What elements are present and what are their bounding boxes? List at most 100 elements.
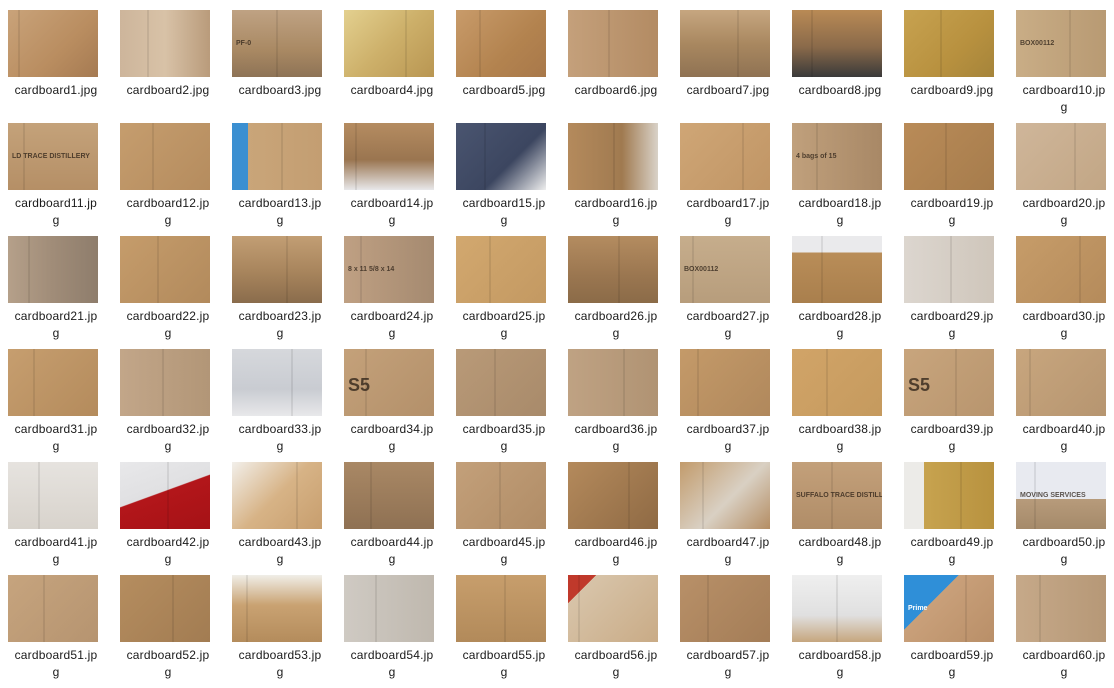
file-name-label[interactable]: cardboard17.jp g — [672, 195, 784, 229]
image-thumbnail[interactable] — [8, 236, 98, 303]
file-name-label[interactable]: cardboard24.jp g — [336, 308, 448, 342]
file-name-label[interactable]: cardboard56.jp g — [560, 647, 672, 681]
file-item[interactable]: cardboard35.jp g — [448, 349, 560, 462]
image-thumbnail[interactable] — [232, 575, 322, 642]
file-item[interactable]: cardboard60.jp g — [1008, 575, 1114, 688]
image-thumbnail[interactable] — [568, 236, 658, 303]
file-name-label[interactable]: cardboard48.jp g — [784, 534, 896, 568]
file-name-label[interactable]: cardboard53.jp g — [224, 647, 336, 681]
file-name-label[interactable]: cardboard52.jp g — [112, 647, 224, 681]
file-name-label[interactable]: cardboard55.jp g — [448, 647, 560, 681]
file-name-label[interactable]: cardboard3.jpg — [224, 82, 336, 99]
file-name-label[interactable]: cardboard49.jp g — [896, 534, 1008, 568]
file-item[interactable]: cardboard17.jp g — [672, 123, 784, 236]
file-item[interactable]: cardboard7.jpg — [672, 10, 784, 123]
file-name-label[interactable]: cardboard32.jp g — [112, 421, 224, 455]
image-thumbnail[interactable]: Prime — [904, 575, 994, 642]
file-item[interactable]: cardboard14.jp g — [336, 123, 448, 236]
file-name-label[interactable]: cardboard8.jpg — [784, 82, 896, 99]
file-item[interactable]: S5 cardboard39.jp g — [896, 349, 1008, 462]
file-item[interactable]: cardboard29.jp g — [896, 236, 1008, 349]
file-name-label[interactable]: cardboard29.jp g — [896, 308, 1008, 342]
image-thumbnail[interactable] — [792, 10, 882, 77]
file-name-label[interactable]: cardboard50.jp g — [1008, 534, 1114, 568]
file-item[interactable]: cardboard19.jp g — [896, 123, 1008, 236]
file-item[interactable]: Prime cardboard59.jp g — [896, 575, 1008, 688]
file-item[interactable]: cardboard12.jp g — [112, 123, 224, 236]
file-item[interactable]: PF-0 cardboard3.jpg — [224, 10, 336, 123]
image-thumbnail[interactable] — [680, 575, 770, 642]
file-item[interactable]: cardboard4.jpg — [336, 10, 448, 123]
file-name-label[interactable]: cardboard39.jp g — [896, 421, 1008, 455]
file-item[interactable]: cardboard8.jpg — [784, 10, 896, 123]
image-thumbnail[interactable] — [568, 575, 658, 642]
image-thumbnail[interactable] — [120, 462, 210, 529]
file-item[interactable]: MOVING SERVICES cardboard50.jp g — [1008, 462, 1114, 575]
file-name-label[interactable]: cardboard14.jp g — [336, 195, 448, 229]
file-item[interactable]: cardboard51.jp g — [0, 575, 112, 688]
image-thumbnail[interactable]: 8 x 11 5/8 x 14 — [344, 236, 434, 303]
file-item[interactable]: cardboard1.jpg — [0, 10, 112, 123]
file-item[interactable]: cardboard31.jp g — [0, 349, 112, 462]
file-name-label[interactable]: cardboard30.jp g — [1008, 308, 1114, 342]
file-name-label[interactable]: cardboard5.jpg — [448, 82, 560, 99]
file-name-label[interactable]: cardboard59.jp g — [896, 647, 1008, 681]
file-item[interactable]: cardboard45.jp g — [448, 462, 560, 575]
image-thumbnail[interactable]: PF-0 — [232, 10, 322, 77]
file-item[interactable]: cardboard55.jp g — [448, 575, 560, 688]
file-item[interactable]: 4 bags of 15 cardboard18.jp g — [784, 123, 896, 236]
image-thumbnail[interactable]: S5 — [904, 349, 994, 416]
image-thumbnail[interactable] — [1016, 236, 1106, 303]
file-name-label[interactable]: cardboard44.jp g — [336, 534, 448, 568]
file-name-label[interactable]: cardboard2.jpg — [112, 82, 224, 99]
file-name-label[interactable]: cardboard18.jp g — [784, 195, 896, 229]
file-name-label[interactable]: cardboard9.jpg — [896, 82, 1008, 99]
image-thumbnail[interactable] — [1016, 349, 1106, 416]
file-item[interactable]: cardboard30.jp g — [1008, 236, 1114, 349]
file-name-label[interactable]: cardboard25.jp g — [448, 308, 560, 342]
file-item[interactable]: cardboard43.jp g — [224, 462, 336, 575]
file-name-label[interactable]: cardboard7.jpg — [672, 82, 784, 99]
file-item[interactable]: cardboard5.jpg — [448, 10, 560, 123]
file-item[interactable]: cardboard46.jp g — [560, 462, 672, 575]
image-thumbnail[interactable] — [568, 349, 658, 416]
file-item[interactable]: cardboard42.jp g — [112, 462, 224, 575]
file-item[interactable]: cardboard47.jp g — [672, 462, 784, 575]
file-name-label[interactable]: cardboard11.jp g — [0, 195, 112, 229]
file-item[interactable]: cardboard33.jp g — [224, 349, 336, 462]
file-item[interactable]: cardboard37.jp g — [672, 349, 784, 462]
image-thumbnail[interactable] — [456, 10, 546, 77]
file-name-label[interactable]: cardboard12.jp g — [112, 195, 224, 229]
file-item[interactable]: cardboard38.jp g — [784, 349, 896, 462]
image-thumbnail[interactable] — [1016, 123, 1106, 190]
image-thumbnail[interactable] — [680, 123, 770, 190]
file-name-label[interactable]: cardboard31.jp g — [0, 421, 112, 455]
file-item[interactable]: cardboard54.jp g — [336, 575, 448, 688]
file-name-label[interactable]: cardboard22.jp g — [112, 308, 224, 342]
file-name-label[interactable]: cardboard15.jp g — [448, 195, 560, 229]
file-name-label[interactable]: cardboard58.jp g — [784, 647, 896, 681]
image-thumbnail[interactable] — [8, 575, 98, 642]
file-item[interactable]: cardboard26.jp g — [560, 236, 672, 349]
image-thumbnail[interactable] — [232, 349, 322, 416]
image-thumbnail[interactable] — [456, 462, 546, 529]
file-item[interactable]: cardboard44.jp g — [336, 462, 448, 575]
image-thumbnail[interactable] — [344, 10, 434, 77]
image-thumbnail[interactable] — [8, 349, 98, 416]
file-name-label[interactable]: cardboard23.jp g — [224, 308, 336, 342]
image-thumbnail[interactable] — [680, 10, 770, 77]
file-item[interactable]: 8 x 11 5/8 x 14 cardboard24.jp g — [336, 236, 448, 349]
image-thumbnail[interactable] — [680, 349, 770, 416]
file-item[interactable]: BOX00112 cardboard27.jp g — [672, 236, 784, 349]
file-name-label[interactable]: cardboard36.jp g — [560, 421, 672, 455]
image-thumbnail[interactable] — [8, 10, 98, 77]
image-thumbnail[interactable]: 4 bags of 15 — [792, 123, 882, 190]
file-item[interactable]: cardboard25.jp g — [448, 236, 560, 349]
image-thumbnail[interactable] — [904, 236, 994, 303]
image-thumbnail[interactable]: BOX00112 — [680, 236, 770, 303]
file-name-label[interactable]: cardboard38.jp g — [784, 421, 896, 455]
file-item[interactable]: cardboard36.jp g — [560, 349, 672, 462]
image-thumbnail[interactable] — [456, 123, 546, 190]
file-item[interactable]: cardboard32.jp g — [112, 349, 224, 462]
image-thumbnail[interactable] — [456, 575, 546, 642]
